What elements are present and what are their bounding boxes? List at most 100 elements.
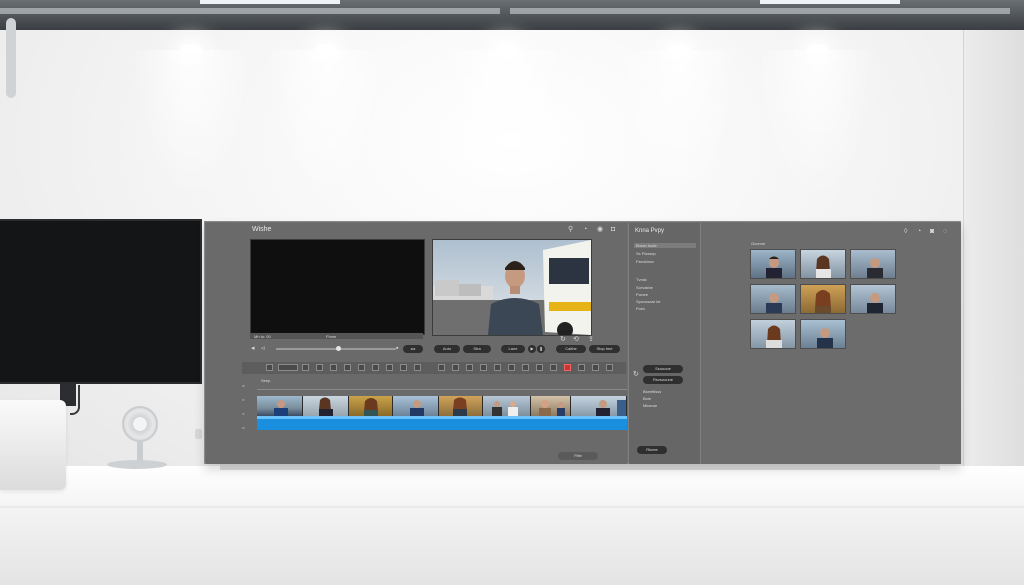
library-thumbnail[interactable] <box>850 249 896 279</box>
history-icon[interactable]: ◔ <box>917 228 921 235</box>
library-thumbnail[interactable] <box>750 319 796 349</box>
asset-item-spoossaar[interactable]: Spoossaar ke <box>634 299 696 304</box>
asset-item-brean[interactable]: Brean foote <box>634 243 696 248</box>
ceiling-light-tube <box>760 0 900 4</box>
control-auto-button[interactable]: Auto <box>434 345 460 353</box>
library-thumbnail[interactable] <box>800 249 846 279</box>
assets-pane: Knna Pvpy Brean foote Ss Pisssep Fsenkin… <box>628 223 701 464</box>
asset-link[interactable]: Boie <box>643 396 651 401</box>
monitor-cable <box>70 385 80 415</box>
ripple-tool-icon[interactable] <box>344 364 351 371</box>
control-caltbe-button[interactable]: Caltbe <box>556 345 586 353</box>
export-icon[interactable]: ⇪ <box>588 336 594 343</box>
pause-button[interactable]: ❚ <box>537 345 545 353</box>
mask-tool-icon[interactable] <box>550 364 557 371</box>
user-icon[interactable]: ◉ <box>597 226 603 233</box>
volume-tool-icon[interactable] <box>452 364 459 371</box>
action-button-rsvsooune[interactable]: Rsvsooune <box>643 376 683 384</box>
razor-tool-icon[interactable] <box>372 364 379 371</box>
library-thumbnail[interactable] <box>750 249 796 279</box>
timeline-clip[interactable] <box>393 396 439 416</box>
track-visibility-icon[interactable]: ◦ <box>242 397 244 404</box>
share-icon[interactable]: ◙ <box>930 228 934 235</box>
program-viewer[interactable] <box>432 239 592 336</box>
track-controls: ▫ ◦ ◦ ▫ <box>242 383 250 438</box>
fan-stem <box>137 440 143 462</box>
control-stop-button[interactable]: Stop bee <box>589 345 620 353</box>
timeline-clip[interactable] <box>439 396 483 416</box>
asset-item-tvnsk[interactable]: Tvnsk <box>634 277 696 282</box>
control-stra-button[interactable]: Stra <box>463 345 491 353</box>
track-lock-icon[interactable]: ▫ <box>242 383 244 390</box>
bell-icon[interactable]: ◊ <box>904 228 907 235</box>
step-back-icon[interactable]: ◂ <box>251 345 255 352</box>
ceiling-beam <box>510 8 1010 14</box>
trim-tool-icon[interactable] <box>278 364 298 371</box>
library-thumbnail[interactable] <box>850 284 896 314</box>
assets-footer-button[interactable]: Rknee <box>637 446 667 454</box>
floor <box>0 466 1024 585</box>
asset-item-pisssep[interactable]: Ss Pisssep <box>634 251 696 256</box>
control-lane-button[interactable]: Lane <box>501 345 525 353</box>
record-tool-icon[interactable] <box>564 364 571 371</box>
crop-tool-icon[interactable] <box>522 364 529 371</box>
ceiling-spotlight <box>668 44 690 54</box>
asset-item-label: Spoossaar ke <box>636 299 661 304</box>
library-thumbnail[interactable] <box>750 284 796 314</box>
snap-tool-icon[interactable] <box>386 364 393 371</box>
zoom-in-tool-icon[interactable] <box>578 364 585 371</box>
speed-tool-icon[interactable] <box>508 364 515 371</box>
action-button-ssuoooe[interactable]: Ssuoooe <box>643 365 683 373</box>
light-cone <box>446 50 566 200</box>
asset-item-fsenkinsv[interactable]: Fsenkinsv <box>634 259 696 264</box>
scrub-handle[interactable] <box>336 346 341 351</box>
settings-icon[interactable]: ⚲ <box>568 226 573 233</box>
library-thumbnail[interactable] <box>800 284 846 314</box>
timeline-clip[interactable] <box>531 396 571 416</box>
text-tool-icon[interactable] <box>466 364 473 371</box>
slip-tool-icon[interactable] <box>316 364 323 371</box>
audio-tool-icon[interactable] <box>438 364 445 371</box>
close-icon[interactable]: ◘ <box>611 226 615 233</box>
asset-item-fwoee[interactable]: Fwoee <box>634 292 696 297</box>
link-tool-icon[interactable] <box>400 364 407 371</box>
track-mute-icon[interactable]: ◦ <box>242 411 244 418</box>
asset-item-poec[interactable]: Poec <box>634 306 696 311</box>
timeline-label: Seep <box>261 378 271 383</box>
marker-tool-icon[interactable] <box>414 364 421 371</box>
source-viewer[interactable] <box>250 239 425 335</box>
redo-icon[interactable]: ↻ <box>560 336 566 343</box>
help-icon[interactable]: ◔ <box>583 226 587 233</box>
cut-tool-icon[interactable] <box>302 364 309 371</box>
slide-tool-icon[interactable] <box>330 364 337 371</box>
asset-link[interactable]: Bseettlsss <box>643 389 661 394</box>
desk-fan <box>122 406 158 442</box>
zoom-fit-field[interactable]: Fitte <box>558 452 598 460</box>
ceiling-spotlight <box>495 44 517 54</box>
timeline-ruler[interactable] <box>257 389 627 390</box>
select-tool-icon[interactable] <box>266 364 273 371</box>
effect-tool-icon[interactable] <box>480 364 487 371</box>
volume-icon[interactable]: ◃ <box>261 345 265 352</box>
account-icon[interactable]: ◌ <box>943 228 947 235</box>
timeline-clip[interactable] <box>349 396 393 416</box>
asset-link[interactable]: Mkanue <box>643 403 657 408</box>
track-solo-icon[interactable]: ▫ <box>242 425 244 432</box>
transform-tool-icon[interactable] <box>536 364 543 371</box>
fit-tool-icon[interactable] <box>606 364 613 371</box>
color-tool-icon[interactable] <box>494 364 501 371</box>
roll-tool-icon[interactable] <box>358 364 365 371</box>
media-library-pane: Guonne ◊ ◔ ◙ ◌ <box>701 223 961 464</box>
loop-icon[interactable]: ⟲ <box>573 336 579 343</box>
timeline-clip[interactable] <box>257 396 303 416</box>
library-thumbnail[interactable] <box>800 319 846 349</box>
zoom-out-tool-icon[interactable] <box>592 364 599 371</box>
asset-item-sorvakhe[interactable]: Sorvakhe <box>634 285 696 290</box>
timeline-clip[interactable] <box>571 396 627 416</box>
play-button[interactable]: ▶ <box>528 345 536 353</box>
marker-icon[interactable]: ▪ <box>396 345 398 352</box>
timeline-clip[interactable] <box>483 396 531 416</box>
timeline-clip[interactable] <box>303 396 349 416</box>
refresh-icon[interactable]: ↻ <box>633 371 639 378</box>
zoom-control[interactable]: ◂ ▸ <box>403 345 423 353</box>
